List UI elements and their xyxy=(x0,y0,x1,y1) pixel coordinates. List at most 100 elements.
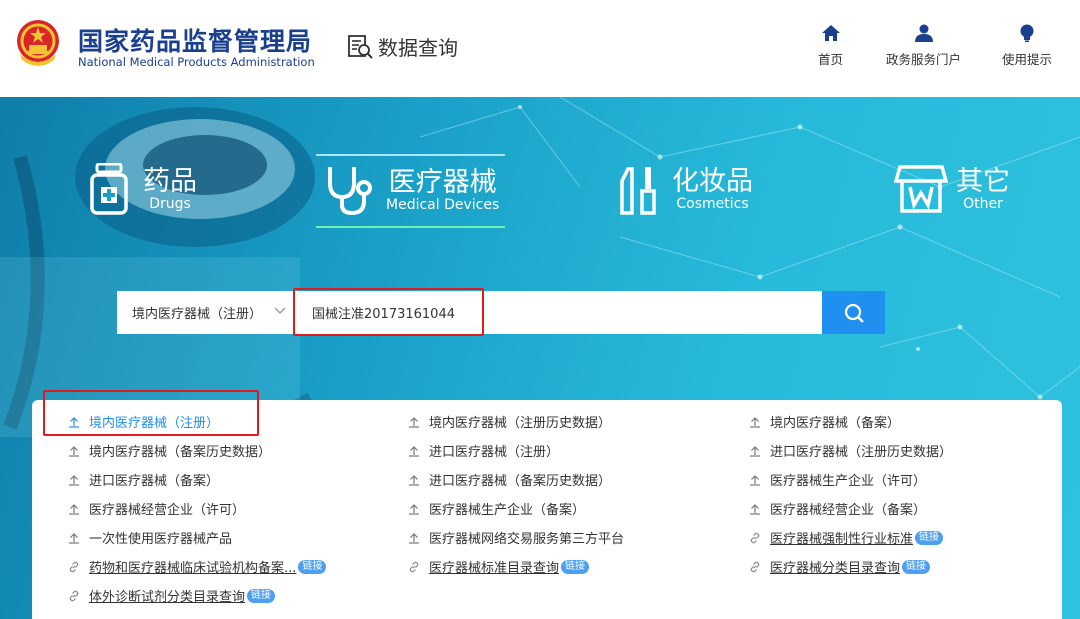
section-title: 数据查询 xyxy=(378,36,458,60)
database-link-item[interactable]: 医疗器械强制性行业标准 链接 xyxy=(749,528,944,547)
category-cosmetics[interactable]: 化妆品 Cosmetics xyxy=(618,163,753,215)
active-category-underline-bottom xyxy=(316,226,505,228)
nav-usage-tips-label: 使用提示 xyxy=(1002,52,1053,67)
database-link-item[interactable]: 进口医疗器械（备案历史数据） xyxy=(408,470,611,489)
search-input[interactable] xyxy=(295,291,822,334)
site-header: 国家药品监督管理局 National Medical Products Admi… xyxy=(0,0,1080,97)
link-badge: 链接 xyxy=(902,559,931,574)
database-link-item[interactable]: 一次性使用医疗器械产品 xyxy=(68,528,232,547)
upload-icon xyxy=(750,474,760,486)
database-link-label: 医疗器械生产企业（许可） xyxy=(770,474,927,489)
user-icon xyxy=(914,24,933,42)
search-icon xyxy=(844,303,864,323)
database-link-label: 进口医疗器械（注册历史数据） xyxy=(770,445,953,460)
database-link-label: 医疗器械经营企业（备案） xyxy=(770,503,927,518)
link-icon xyxy=(750,561,760,572)
stethoscope-icon xyxy=(328,167,372,216)
database-link-label: 医疗器械生产企业（备案） xyxy=(429,503,586,518)
database-link-label: 境内医疗器械（备案历史数据） xyxy=(89,445,272,460)
database-link-item[interactable]: 医疗器械生产企业（许可） xyxy=(749,470,926,489)
upload-icon xyxy=(409,474,419,486)
upload-icon xyxy=(69,445,79,457)
database-link-label: 进口医疗器械（注册） xyxy=(429,445,560,460)
category-drugs-cn: 药品 xyxy=(143,165,197,197)
database-link-item[interactable]: 境内医疗器械（备案） xyxy=(749,412,900,431)
category-drugs[interactable]: 药品 Drugs xyxy=(89,163,197,215)
link-badge: 链接 xyxy=(561,559,590,574)
database-link-label: 体外诊断试剂分类目录查询 xyxy=(89,590,246,605)
database-link-item[interactable]: 进口医疗器械（备案） xyxy=(68,470,219,489)
link-icon xyxy=(750,532,760,543)
search-type-value: 境内医疗器械（注册） xyxy=(132,307,263,322)
upload-icon xyxy=(409,503,419,515)
upload-icon xyxy=(750,503,760,515)
upload-icon xyxy=(69,532,79,544)
database-link-item[interactable]: 体外诊断试剂分类目录查询 链接 xyxy=(68,586,276,605)
database-link-item[interactable]: 进口医疗器械（注册） xyxy=(408,441,559,460)
upload-icon xyxy=(69,474,79,486)
nav-service-portal-label: 政务服务门户 xyxy=(886,52,962,67)
database-link-label: 医疗器械强制性行业标准 xyxy=(770,532,914,547)
link-icon xyxy=(69,590,79,601)
database-link-label: 境内医疗器械（注册历史数据） xyxy=(429,416,612,431)
category-medical-devices-en: Medical Devices xyxy=(386,196,500,213)
database-link-item[interactable]: 医疗器械网络交易服务第三方平台 xyxy=(408,528,624,547)
org-name-cn: 国家药品监督管理局 xyxy=(78,27,313,56)
database-link-label: 医疗器械经营企业（许可） xyxy=(89,503,246,518)
database-link-item[interactable]: 医疗器械标准目录查询 链接 xyxy=(408,557,590,576)
link-badge: 链接 xyxy=(247,588,276,603)
database-link-item[interactable]: 境内医疗器械（注册历史数据） xyxy=(408,412,611,431)
database-link-item[interactable]: 境内医疗器械（注册） xyxy=(68,412,219,431)
upload-icon xyxy=(409,445,419,457)
database-link-item[interactable]: 医疗器械经营企业（备案） xyxy=(749,499,926,518)
database-link-item[interactable]: 进口医疗器械（注册历史数据） xyxy=(749,441,952,460)
database-link-label: 医疗器械分类目录查询 xyxy=(770,561,901,576)
upload-icon xyxy=(69,503,79,515)
database-link-label: 境内医疗器械（注册） xyxy=(89,416,220,431)
database-link-item[interactable]: 药物和医疗器械临床试验机构备案... 链接 xyxy=(68,557,327,576)
category-medical-devices-cn: 医疗器械 xyxy=(388,166,497,198)
nav-usage-tips[interactable]: 使用提示 xyxy=(1002,24,1052,68)
category-other-en: Other xyxy=(963,195,1003,212)
database-link-item[interactable]: 境内医疗器械（备案历史数据） xyxy=(68,441,271,460)
category-cosmetics-en: Cosmetics xyxy=(676,195,749,212)
national-emblem-icon xyxy=(17,20,59,66)
upload-icon xyxy=(409,416,419,428)
upload-icon xyxy=(69,416,79,428)
upload-icon xyxy=(750,416,760,428)
database-link-label: 药物和医疗器械临床试验机构备案... xyxy=(89,561,297,576)
database-link-item[interactable]: 医疗器械生产企业（备案） xyxy=(408,499,585,518)
database-link-label: 进口医疗器械（备案历史数据） xyxy=(429,474,612,489)
category-medical-devices[interactable]: 医疗器械 Medical Devices xyxy=(322,163,499,217)
database-link-item[interactable]: 医疗器械分类目录查询 链接 xyxy=(749,557,931,576)
nav-service-portal[interactable]: 政务服务门户 xyxy=(886,24,961,68)
link-icon xyxy=(409,561,419,572)
database-link-label: 一次性使用医疗器械产品 xyxy=(89,532,233,547)
active-category-underline-top xyxy=(316,154,505,156)
drug-bottle-icon xyxy=(90,163,128,215)
store-icon xyxy=(894,165,948,213)
link-icon xyxy=(69,561,79,572)
link-badge: 链接 xyxy=(298,559,327,574)
cosmetics-icon xyxy=(620,167,656,215)
link-badge: 链接 xyxy=(915,530,944,545)
database-link-label: 医疗器械标准目录查询 xyxy=(429,561,560,576)
database-link-item[interactable]: 医疗器械经营企业（许可） xyxy=(68,499,245,518)
category-drugs-en: Drugs xyxy=(149,195,191,212)
upload-icon xyxy=(750,445,760,457)
nav-home[interactable]: 首页 xyxy=(818,24,843,68)
upload-icon xyxy=(409,532,419,544)
database-link-label: 境内医疗器械（备案） xyxy=(770,416,901,431)
database-link-label: 医疗器械网络交易服务第三方平台 xyxy=(429,532,625,547)
data-query-icon xyxy=(348,34,373,59)
org-name-en: National Medical Products Administration xyxy=(78,55,315,69)
home-icon xyxy=(821,25,840,41)
search-type-select[interactable]: 境内医疗器械（注册） xyxy=(117,291,295,334)
search-button[interactable] xyxy=(822,291,885,334)
tip-icon xyxy=(1020,24,1034,42)
nav-home-label: 首页 xyxy=(818,52,844,67)
category-cosmetics-cn: 化妆品 xyxy=(672,165,753,197)
database-link-label: 进口医疗器械（备案） xyxy=(89,474,220,489)
category-other[interactable]: 其它 Other xyxy=(894,163,1010,215)
chevron-down-icon xyxy=(274,307,286,314)
